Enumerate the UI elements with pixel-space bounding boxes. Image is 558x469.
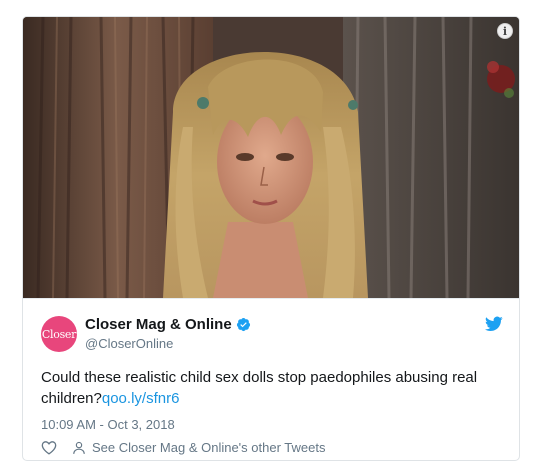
tweet-timestamp[interactable]: 10:09 AM - Oct 3, 2018: [41, 417, 175, 432]
author-block: Closer Mag & Online @CloserOnline: [85, 316, 251, 351]
author-handle[interactable]: @CloserOnline: [85, 336, 251, 351]
info-icon[interactable]: i: [497, 23, 513, 39]
person-icon: [73, 441, 85, 454]
see-other-tweets-label: See Closer Mag & Online's other Tweets: [92, 440, 326, 455]
photo-image: [23, 17, 519, 298]
tweet-actions: See Closer Mag & Online's other Tweets: [41, 440, 325, 455]
tweet-link[interactable]: qoo.ly/sfnr6: [102, 390, 180, 407]
see-other-tweets-link[interactable]: See Closer Mag & Online's other Tweets: [72, 440, 325, 455]
author-display-name[interactable]: Closer Mag & Online: [85, 316, 232, 333]
twitter-bird-icon[interactable]: [485, 316, 503, 332]
avatar-label: Closer: [41, 327, 77, 341]
tweet-text: Could these realistic child sex dolls st…: [41, 367, 503, 409]
avatar[interactable]: Closer: [41, 316, 77, 352]
tweet-body: Closer Closer Mag & Online @CloserOnline…: [23, 298, 519, 460]
tweet-media-photo[interactable]: i: [23, 17, 519, 298]
heart-icon[interactable]: [41, 440, 57, 455]
verified-icon: [236, 317, 250, 332]
display-name-row: Closer Mag & Online: [85, 316, 251, 333]
embedded-tweet-card: i Closer Closer Mag & Online @CloserOnli…: [22, 16, 520, 461]
